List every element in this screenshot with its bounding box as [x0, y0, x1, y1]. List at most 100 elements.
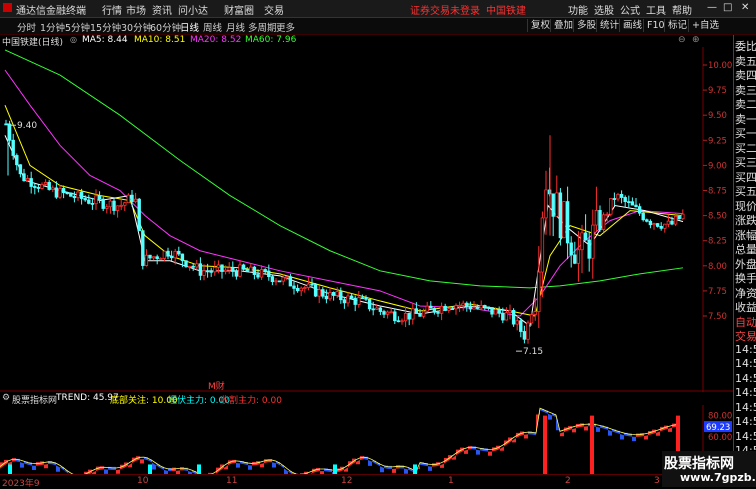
add-favorite-button[interactable]: +自选	[688, 19, 722, 32]
trend-area	[488, 452, 492, 456]
candle-body	[322, 290, 325, 297]
close-icon[interactable]: ✕	[741, 2, 749, 13]
candle-body	[199, 264, 202, 276]
candle-body	[588, 240, 591, 258]
candle-body	[181, 254, 184, 261]
price-tick-label: 7.50	[708, 312, 727, 322]
candle-body	[386, 312, 389, 314]
period-tab-multi[interactable]: 多周期	[248, 20, 277, 34]
candle-body	[383, 312, 386, 315]
candle-body	[34, 186, 37, 187]
trend-area	[268, 459, 272, 462]
settings-icon[interactable]: ◎	[70, 35, 77, 44]
candle-body	[394, 312, 397, 321]
candle-body	[300, 288, 303, 291]
trade-status[interactable]: 证券交易未登录	[410, 2, 480, 17]
candle-body	[268, 271, 271, 277]
trend-area	[248, 465, 252, 470]
menu-item-select[interactable]: 选股	[594, 2, 614, 17]
period-tab-timeshare[interactable]: 分时	[17, 20, 36, 34]
candle-body	[577, 250, 580, 264]
menu-item-market[interactable]: 行情	[102, 2, 122, 17]
bottom-focus-bar	[413, 464, 417, 474]
menu-item-formula[interactable]: 公式	[620, 2, 640, 17]
candle-body	[347, 296, 350, 303]
candle-body	[595, 210, 598, 225]
indicator-chart[interactable]: 80.0060.0040.0069.23	[0, 405, 733, 474]
menu-item-news[interactable]: 资讯	[152, 2, 172, 17]
quote-field-label: 14:50	[735, 386, 756, 399]
candle-body	[512, 310, 515, 324]
ma10-label: MA10: 8.51	[134, 35, 185, 45]
menu-item-tools[interactable]: 工具	[646, 2, 666, 17]
candle-body	[412, 309, 415, 319]
candle-body	[239, 265, 242, 276]
candle-body	[430, 306, 433, 308]
menu-item-help[interactable]: 帮助	[672, 2, 692, 17]
candle-body	[307, 284, 310, 288]
current-value: 69.23	[706, 423, 730, 433]
mark-button[interactable]: 标记	[664, 19, 690, 32]
trend-area	[48, 461, 52, 464]
period-tab-monthly[interactable]: 月线	[226, 20, 245, 34]
candle-body	[541, 218, 544, 272]
candle-body	[296, 288, 299, 290]
period-tab-daily[interactable]: 日线	[180, 20, 199, 34]
period-tab-1min[interactable]: 1分钟	[40, 20, 65, 34]
quote-field-label: 14:50	[735, 343, 756, 356]
candle-body	[534, 312, 537, 315]
candle-body	[80, 192, 83, 198]
period-tab-30min[interactable]: 30分钟	[121, 20, 152, 34]
candle-body	[127, 195, 130, 203]
zoom-in-icon[interactable]: ⊕	[692, 35, 700, 45]
candle-body	[638, 207, 641, 214]
period-tab-15min[interactable]: 15分钟	[90, 20, 121, 34]
menu-item-markets[interactable]: 市场	[126, 2, 146, 17]
menu-bar: 通达信金融终端 行情 市场 资讯 问小达 财富圈 交易 证券交易未登录 中国铁建…	[0, 0, 756, 18]
candle-body	[224, 270, 227, 271]
price-tick-label: 9.75	[708, 86, 727, 96]
menu-item-wealth[interactable]: 财富圈	[224, 2, 254, 17]
indicator-tick-label: 80.00	[708, 412, 732, 422]
bottom-focus-bar	[148, 464, 152, 474]
price-tick-label: 8.75	[708, 187, 727, 197]
period-tab-5min[interactable]: 5分钟	[65, 20, 90, 34]
menu-item-trade[interactable]: 交易	[264, 2, 284, 17]
zoom-out-icon[interactable]: ⊖	[678, 35, 686, 45]
candle-body	[163, 251, 166, 258]
period-tab-60min[interactable]: 60分钟	[150, 20, 181, 34]
candle-body	[214, 267, 217, 271]
candle-body	[52, 188, 55, 190]
candle-body	[174, 251, 177, 257]
candle-body	[660, 226, 663, 228]
low-annotation: 7.15	[523, 347, 543, 357]
kline-chart[interactable]: 10.009.759.509.259.008.758.508.258.007.7…	[0, 47, 733, 392]
candle-body	[5, 124, 8, 125]
menu-item-ask[interactable]: 问小达	[178, 2, 208, 17]
candle-body	[498, 310, 501, 314]
candle-body	[682, 214, 685, 219]
date-label: 11	[226, 476, 237, 486]
candle-body	[584, 233, 587, 240]
period-tab-weekly[interactable]: 周线	[203, 20, 222, 34]
candle-body	[62, 188, 65, 192]
candle-body	[278, 281, 281, 282]
trend-area	[432, 463, 436, 466]
candle-body	[350, 296, 353, 298]
candle-body	[487, 307, 490, 308]
price-tick-label: 8.00	[708, 262, 727, 272]
high-annotation: 9.40	[17, 121, 37, 131]
finance-marker[interactable]: M财	[208, 380, 225, 392]
trend-area	[400, 465, 404, 468]
candle-body	[368, 299, 371, 309]
indicator-gear-icon[interactable]: ⚙	[2, 393, 10, 403]
candle-body	[286, 277, 289, 278]
bottom-focus-bar	[333, 464, 337, 474]
draw-button[interactable]: 画线	[619, 19, 645, 32]
period-tab-more[interactable]: 更多	[276, 20, 295, 34]
menu-item-function[interactable]: 功能	[568, 2, 588, 17]
maximize-icon[interactable]: □	[723, 2, 732, 13]
candle-body	[444, 306, 447, 310]
candle-body	[552, 194, 555, 216]
minimize-icon[interactable]: —	[707, 2, 717, 13]
